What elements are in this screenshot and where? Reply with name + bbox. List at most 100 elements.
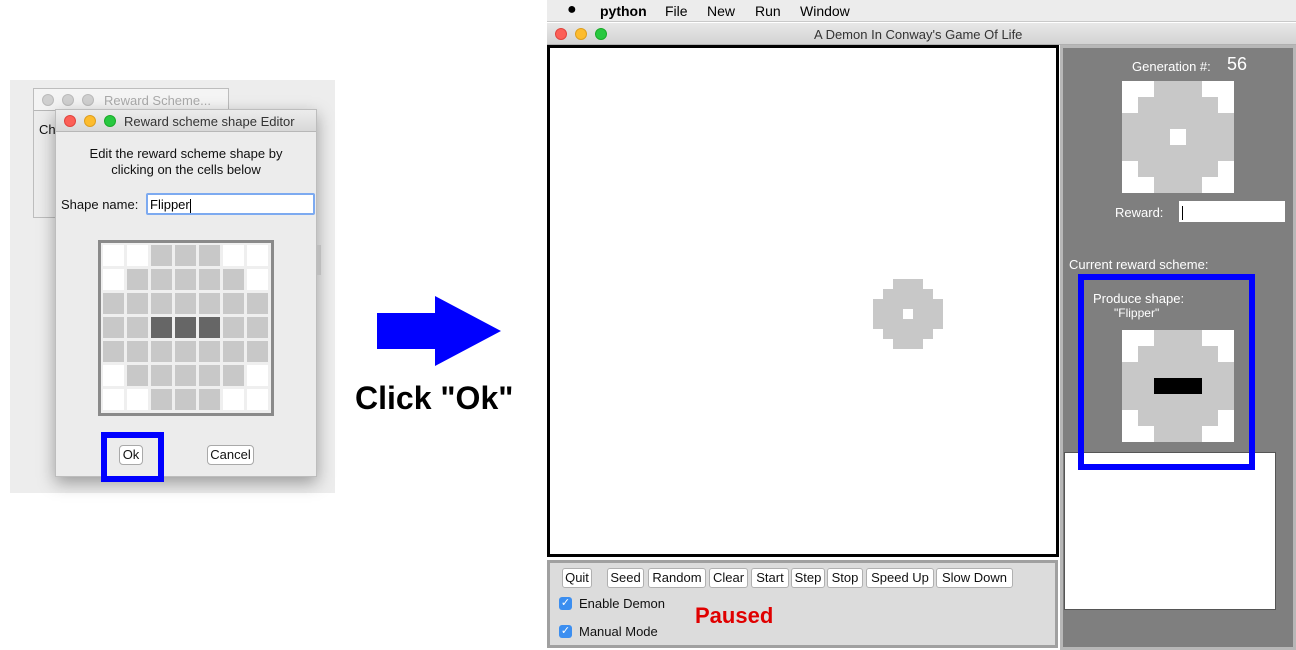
start-button[interactable]: Start: [751, 568, 789, 588]
shape-cell: [1218, 129, 1234, 145]
grid-cell[interactable]: [151, 269, 172, 290]
grid-cell[interactable]: [247, 389, 268, 410]
grid-cell[interactable]: [247, 365, 268, 386]
grid-cell[interactable]: [103, 365, 124, 386]
grid-cell[interactable]: [103, 341, 124, 362]
grid-cell[interactable]: [151, 389, 172, 410]
cancel-button[interactable]: Cancel: [207, 445, 254, 465]
shape-cell: [1170, 81, 1186, 97]
ok-button[interactable]: Ok: [119, 445, 143, 465]
zoom-icon[interactable]: [82, 94, 94, 106]
grid-cell[interactable]: [247, 341, 268, 362]
zoom-icon[interactable]: [595, 28, 607, 40]
grid-cell[interactable]: [223, 245, 244, 266]
grid-cell[interactable]: [199, 341, 220, 362]
shape-cell: [1186, 113, 1202, 129]
shape-cell: [1154, 346, 1170, 362]
enable-demon-checkbox[interactable]: ✓: [559, 597, 572, 610]
shape-cell: [913, 299, 923, 309]
grid-cell[interactable]: [175, 365, 196, 386]
grid-cell[interactable]: [247, 293, 268, 314]
grid-cell[interactable]: [199, 245, 220, 266]
manual-mode-checkbox[interactable]: ✓: [559, 625, 572, 638]
menu-app-name[interactable]: python: [600, 3, 647, 19]
stop-button[interactable]: Stop: [827, 568, 863, 588]
menu-window[interactable]: Window: [800, 3, 850, 19]
game-canvas[interactable]: [547, 45, 1059, 557]
grid-cell[interactable]: [223, 293, 244, 314]
grid-cell[interactable]: [199, 317, 220, 338]
shape-cell: [913, 309, 923, 319]
grid-cell[interactable]: [199, 365, 220, 386]
shape-cell: [873, 309, 883, 319]
shape-cell: [1154, 161, 1170, 177]
grid-cell[interactable]: [151, 365, 172, 386]
grid-cell[interactable]: [127, 341, 148, 362]
reward-scheme-titlebar: Reward Scheme...: [34, 89, 228, 111]
clear-button[interactable]: Clear: [709, 568, 748, 588]
grid-cell[interactable]: [247, 269, 268, 290]
speed-up-button[interactable]: Speed Up: [866, 568, 934, 588]
grid-cell[interactable]: [247, 245, 268, 266]
grid-cell[interactable]: [103, 269, 124, 290]
grid-cell[interactable]: [103, 317, 124, 338]
shape-cell: [893, 299, 903, 309]
window-title: A Demon In Conway's Game Of Life: [814, 27, 1023, 42]
scheme-list[interactable]: [1064, 452, 1276, 610]
menu-file[interactable]: File: [665, 3, 688, 19]
seed-button[interactable]: Seed: [607, 568, 644, 588]
shape-name-input[interactable]: Flipper: [146, 193, 315, 215]
grid-cell[interactable]: [223, 365, 244, 386]
close-icon[interactable]: [42, 94, 54, 106]
grid-cell[interactable]: [199, 293, 220, 314]
grid-cell[interactable]: [127, 293, 148, 314]
menu-run[interactable]: Run: [755, 3, 781, 19]
grid-cell[interactable]: [103, 389, 124, 410]
grid-cell[interactable]: [175, 293, 196, 314]
quit-button[interactable]: Quit: [562, 568, 592, 588]
scrollbar-thumb[interactable]: [316, 245, 321, 275]
grid-cell[interactable]: [223, 317, 244, 338]
reward-input[interactable]: [1179, 201, 1285, 222]
grid-cell[interactable]: [199, 269, 220, 290]
close-icon[interactable]: [555, 28, 567, 40]
menu-new[interactable]: New: [707, 3, 735, 19]
minimize-icon[interactable]: [575, 28, 587, 40]
shape-cell: [1186, 145, 1202, 161]
reward-label: Reward:: [1115, 205, 1164, 220]
grid-cell[interactable]: [175, 317, 196, 338]
grid-cell[interactable]: [127, 269, 148, 290]
grid-cell[interactable]: [127, 245, 148, 266]
grid-cell[interactable]: [223, 389, 244, 410]
shape-cell: [1202, 161, 1218, 177]
step-button[interactable]: Step: [791, 568, 825, 588]
grid-cell[interactable]: [175, 269, 196, 290]
grid-cell[interactable]: [127, 365, 148, 386]
shape-cell: [1170, 362, 1186, 378]
generation-preview: [1122, 81, 1234, 193]
grid-cell[interactable]: [103, 293, 124, 314]
apple-icon[interactable]: ●: [567, 1, 577, 19]
minimize-icon[interactable]: [62, 94, 74, 106]
grid-cell[interactable]: [223, 269, 244, 290]
shape-cell: [1154, 394, 1170, 410]
random-button[interactable]: Random: [648, 568, 706, 588]
grid-cell[interactable]: [175, 245, 196, 266]
grid-cell[interactable]: [175, 389, 196, 410]
grid-cell[interactable]: [175, 341, 196, 362]
grid-cell[interactable]: [199, 389, 220, 410]
grid-cell[interactable]: [127, 317, 148, 338]
shape-cell: [1138, 410, 1154, 426]
grid-cell[interactable]: [151, 341, 172, 362]
minimize-icon[interactable]: [84, 115, 96, 127]
grid-cell[interactable]: [127, 389, 148, 410]
grid-cell[interactable]: [247, 317, 268, 338]
grid-cell[interactable]: [151, 245, 172, 266]
slow-down-button[interactable]: Slow Down: [936, 568, 1013, 588]
grid-cell[interactable]: [151, 293, 172, 314]
grid-cell[interactable]: [223, 341, 244, 362]
grid-cell[interactable]: [151, 317, 172, 338]
zoom-icon[interactable]: [104, 115, 116, 127]
close-icon[interactable]: [64, 115, 76, 127]
grid-cell[interactable]: [103, 245, 124, 266]
